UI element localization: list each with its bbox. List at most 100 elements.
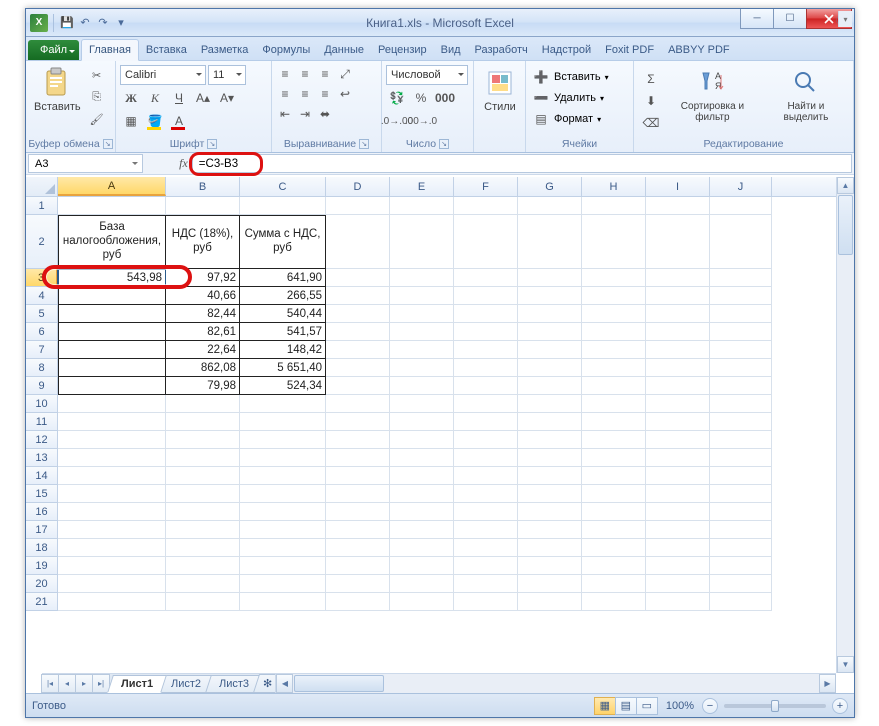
cell-C9[interactable]: 524,34 bbox=[240, 377, 326, 395]
select-all-triangle[interactable] bbox=[26, 177, 58, 197]
cell-D11[interactable] bbox=[326, 413, 390, 431]
decrease-font-icon[interactable]: A▾ bbox=[216, 88, 238, 108]
tab-file[interactable]: Файл bbox=[28, 40, 79, 60]
cell-G7[interactable] bbox=[518, 341, 582, 359]
cell-J17[interactable] bbox=[710, 521, 772, 539]
cell-E11[interactable] bbox=[390, 413, 454, 431]
cell-A20[interactable] bbox=[58, 575, 166, 593]
cell-A3[interactable]: 543,98 bbox=[58, 269, 166, 287]
cell-J9[interactable] bbox=[710, 377, 772, 395]
cell-A15[interactable] bbox=[58, 485, 166, 503]
cell-C14[interactable] bbox=[240, 467, 326, 485]
cell-D19[interactable] bbox=[326, 557, 390, 575]
cell-H20[interactable] bbox=[582, 575, 646, 593]
cell-I17[interactable] bbox=[646, 521, 710, 539]
cell-B6[interactable]: 82,61 bbox=[166, 323, 240, 341]
cell-E10[interactable] bbox=[390, 395, 454, 413]
cell-I20[interactable] bbox=[646, 575, 710, 593]
cell-B7[interactable]: 22,64 bbox=[166, 341, 240, 359]
cell-J16[interactable] bbox=[710, 503, 772, 521]
cell-B2[interactable]: НДС (18%), руб bbox=[166, 215, 240, 269]
cell-I6[interactable] bbox=[646, 323, 710, 341]
cell-H14[interactable] bbox=[582, 467, 646, 485]
cell-H11[interactable] bbox=[582, 413, 646, 431]
cell-B17[interactable] bbox=[166, 521, 240, 539]
cell-C12[interactable] bbox=[240, 431, 326, 449]
cell-I5[interactable] bbox=[646, 305, 710, 323]
cell-E3[interactable] bbox=[390, 269, 454, 287]
tab-abbyy[interactable]: ABBYY PDF bbox=[661, 40, 737, 60]
cell-G11[interactable] bbox=[518, 413, 582, 431]
cell-G12[interactable] bbox=[518, 431, 582, 449]
cell-D3[interactable] bbox=[326, 269, 390, 287]
cell-A13[interactable] bbox=[58, 449, 166, 467]
cell-D12[interactable] bbox=[326, 431, 390, 449]
cell-A2[interactable]: База налогообложения, руб bbox=[58, 215, 166, 269]
cell-J18[interactable] bbox=[710, 539, 772, 557]
row-header-12[interactable]: 12 bbox=[26, 431, 58, 449]
cell-I15[interactable] bbox=[646, 485, 710, 503]
excel-icon[interactable]: X bbox=[30, 14, 48, 32]
cell-H4[interactable] bbox=[582, 287, 646, 305]
cell-B12[interactable] bbox=[166, 431, 240, 449]
cell-B11[interactable] bbox=[166, 413, 240, 431]
cell-I21[interactable] bbox=[646, 593, 710, 611]
cell-H12[interactable] bbox=[582, 431, 646, 449]
cell-H8[interactable] bbox=[582, 359, 646, 377]
col-header-C[interactable]: C bbox=[240, 177, 326, 196]
cell-J14[interactable] bbox=[710, 467, 772, 485]
cell-G20[interactable] bbox=[518, 575, 582, 593]
cell-E2[interactable] bbox=[390, 215, 454, 269]
cell-F1[interactable] bbox=[454, 197, 518, 215]
accounting-icon[interactable]: 💱 bbox=[386, 88, 408, 108]
horizontal-scrollbar[interactable]: ◀ ▶ bbox=[275, 674, 836, 693]
cell-F19[interactable] bbox=[454, 557, 518, 575]
fx-icon[interactable]: fx bbox=[179, 156, 188, 171]
cell-E13[interactable] bbox=[390, 449, 454, 467]
cell-C19[interactable] bbox=[240, 557, 326, 575]
column-headers[interactable]: ABCDEFGHIJ bbox=[58, 177, 854, 197]
tab-review[interactable]: Рецензир bbox=[371, 40, 434, 60]
cell-D21[interactable] bbox=[326, 593, 390, 611]
name-box[interactable]: A3 bbox=[28, 154, 143, 173]
cell-A14[interactable] bbox=[58, 467, 166, 485]
indent-dec-icon[interactable]: ⇤ bbox=[276, 105, 294, 123]
cell-F12[interactable] bbox=[454, 431, 518, 449]
cell-G10[interactable] bbox=[518, 395, 582, 413]
cell-E18[interactable] bbox=[390, 539, 454, 557]
minimize-button[interactable]: ─ bbox=[740, 9, 774, 29]
cell-E14[interactable] bbox=[390, 467, 454, 485]
cell-H13[interactable] bbox=[582, 449, 646, 467]
cell-H18[interactable] bbox=[582, 539, 646, 557]
cell-D13[interactable] bbox=[326, 449, 390, 467]
cell-F20[interactable] bbox=[454, 575, 518, 593]
tab-layout[interactable]: Разметка bbox=[194, 40, 256, 60]
cell-B14[interactable] bbox=[166, 467, 240, 485]
row-header-21[interactable]: 21 bbox=[26, 593, 58, 611]
cell-J2[interactable] bbox=[710, 215, 772, 269]
cell-F10[interactable] bbox=[454, 395, 518, 413]
cell-F11[interactable] bbox=[454, 413, 518, 431]
cell-G17[interactable] bbox=[518, 521, 582, 539]
cell-E17[interactable] bbox=[390, 521, 454, 539]
tab-addins[interactable]: Надстрой bbox=[535, 40, 598, 60]
row-header-11[interactable]: 11 bbox=[26, 413, 58, 431]
cell-J19[interactable] bbox=[710, 557, 772, 575]
cell-J8[interactable] bbox=[710, 359, 772, 377]
cut-icon[interactable]: ✂ bbox=[87, 65, 107, 85]
cell-A9[interactable] bbox=[58, 377, 166, 395]
cell-A18[interactable] bbox=[58, 539, 166, 557]
cell-J10[interactable] bbox=[710, 395, 772, 413]
percent-icon[interactable]: % bbox=[410, 88, 432, 108]
row-header-14[interactable]: 14 bbox=[26, 467, 58, 485]
sheet-tab-1[interactable]: Лист1 bbox=[107, 675, 167, 693]
cell-C5[interactable]: 540,44 bbox=[240, 305, 326, 323]
cell-G1[interactable] bbox=[518, 197, 582, 215]
col-header-B[interactable]: B bbox=[166, 177, 240, 196]
row-header-1[interactable]: 1 bbox=[26, 197, 58, 215]
cell-F6[interactable] bbox=[454, 323, 518, 341]
cell-C18[interactable] bbox=[240, 539, 326, 557]
cell-B20[interactable] bbox=[166, 575, 240, 593]
cell-B1[interactable] bbox=[166, 197, 240, 215]
cell-H17[interactable] bbox=[582, 521, 646, 539]
